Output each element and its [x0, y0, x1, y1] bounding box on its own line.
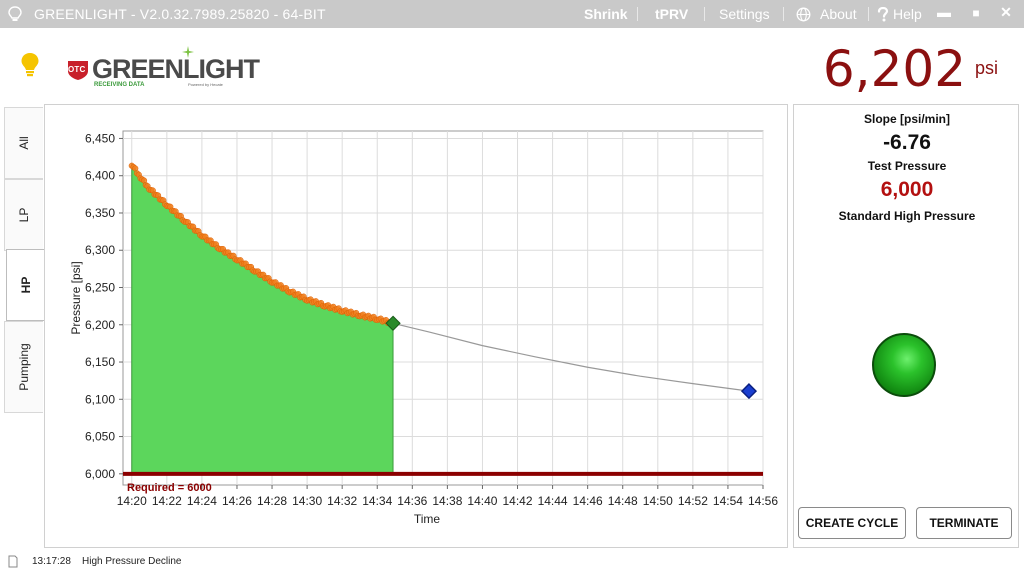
y-tick-label: 6,300: [85, 243, 115, 257]
pressure-chart[interactable]: 14:20 14:22 14:24 14:26 14:28 14:30 14:32 14:34…: [45, 105, 787, 547]
settings-button[interactable]: Settings: [719, 6, 770, 22]
menu-divider: [868, 7, 869, 21]
y-tick-label: 6,400: [85, 169, 115, 183]
logo-subtext: RECEIVING DATA: [94, 82, 145, 88]
x-tick-label: 14:38: [432, 494, 462, 508]
x-tick-label: 14:22: [152, 494, 182, 508]
slope-label: Slope [psi/min]: [863, 112, 950, 126]
status-message: High Pressure Decline: [82, 556, 182, 567]
x-tick-label: 14:56: [748, 494, 778, 508]
x-tick-label: 14:54: [713, 494, 743, 508]
title-bar: GREENLIGHT - V2.0.32.7989.25820 - 64-BIT…: [0, 0, 1024, 28]
menu-divider: [783, 7, 784, 21]
logo-powered: Powered by Hecate: [188, 82, 223, 87]
x-tick-label: 14:44: [538, 494, 568, 508]
y-tick-label: 6,200: [85, 318, 115, 332]
x-tick-label: 14:30: [292, 494, 322, 508]
greenlight-logo: OTC GREENLIGHT RECEIVING DATA Powered by…: [66, 46, 260, 92]
tab-all-label: All: [17, 136, 31, 150]
x-tick-label: 14:32: [327, 494, 357, 508]
logo-badge-text: OTC: [68, 65, 86, 74]
globe-icon[interactable]: [796, 7, 811, 22]
tab-pumping[interactable]: Pumping: [4, 321, 43, 413]
y-tick-label: 6,050: [85, 430, 115, 444]
test-pressure-value: 6,000: [880, 178, 934, 201]
standard-label: Standard High Pressure: [838, 209, 976, 223]
required-pressure-label: Required = 6000: [127, 482, 212, 494]
pressure-chart-panel: 14:20 14:22 14:24 14:26 14:28 14:30 14:32 14:34…: [44, 104, 788, 548]
y-tick-label: 6,100: [85, 392, 115, 406]
window-title: GREENLIGHT - V2.0.32.7989.25820 - 64-BIT: [34, 6, 326, 22]
close-button[interactable]: ✕: [996, 4, 1016, 21]
question-icon[interactable]: [876, 7, 890, 22]
minimize-button[interactable]: ▬: [934, 4, 954, 20]
x-tick-label: 14:26: [222, 494, 252, 508]
tab-hp-label: HP: [19, 276, 33, 294]
tab-pumping-label: Pumping: [17, 343, 31, 391]
x-tick-label: 14:28: [257, 494, 287, 508]
side-tab-strip: All LP HP Pumping: [4, 107, 45, 548]
x-tick-label: 14:50: [643, 494, 673, 508]
maximize-button[interactable]: ■: [966, 6, 986, 20]
test-pressure-label: Test Pressure: [867, 159, 947, 173]
current-pressure-value: 6,202: [822, 40, 966, 98]
slope-value: -6.76: [883, 131, 931, 154]
y-tick-label: 6,000: [85, 467, 115, 481]
x-tick-label: 14:36: [397, 494, 427, 508]
status-indicator-light: [872, 333, 936, 397]
terminate-button[interactable]: TERMINATE: [916, 507, 1012, 539]
x-axis-label: Time: [414, 512, 441, 526]
y-tick-label: 6,250: [85, 281, 115, 295]
x-tick-label: 14:42: [503, 494, 533, 508]
y-axis-label: Pressure [psi]: [69, 261, 83, 334]
tab-lp[interactable]: LP: [4, 179, 43, 251]
x-tick-label: 14:46: [573, 494, 603, 508]
current-pressure-unit: psi: [974, 58, 998, 78]
x-tick-label: 14:48: [608, 494, 638, 508]
menu-divider: [637, 7, 638, 21]
test-info-panel: Slope [psi/min] -6.76 Test Pressure 6,00…: [793, 104, 1019, 548]
x-tick-label: 14:40: [467, 494, 497, 508]
tab-lp-label: LP: [17, 207, 31, 223]
tprv-button[interactable]: tPRV: [655, 6, 688, 22]
x-tick-label: 14:24: [187, 494, 217, 508]
y-tick-label: 6,150: [85, 355, 115, 369]
create-cycle-button[interactable]: CREATE CYCLE: [798, 507, 906, 539]
app-icon: [8, 6, 22, 21]
sparkle-icon: [182, 46, 194, 58]
status-bar: 13:17:28 High Pressure Decline: [0, 548, 1024, 576]
about-button[interactable]: About: [820, 6, 857, 22]
shrink-button[interactable]: Shrink: [584, 6, 628, 22]
tab-hp[interactable]: HP: [6, 249, 45, 321]
x-tick-label: 14:52: [678, 494, 708, 508]
lightbulb-icon: [21, 53, 39, 77]
logo-text: GREENLIGHT: [92, 54, 260, 84]
x-tick-label: 14:20: [117, 494, 147, 508]
y-tick-label: 6,350: [85, 206, 115, 220]
tab-all[interactable]: All: [4, 107, 43, 179]
document-icon: [8, 555, 18, 568]
help-button[interactable]: Help: [893, 6, 922, 22]
y-tick-label: 6,450: [85, 131, 115, 145]
status-time: 13:17:28: [32, 556, 71, 567]
menu-divider: [704, 7, 705, 21]
x-tick-label: 14:34: [362, 494, 392, 508]
